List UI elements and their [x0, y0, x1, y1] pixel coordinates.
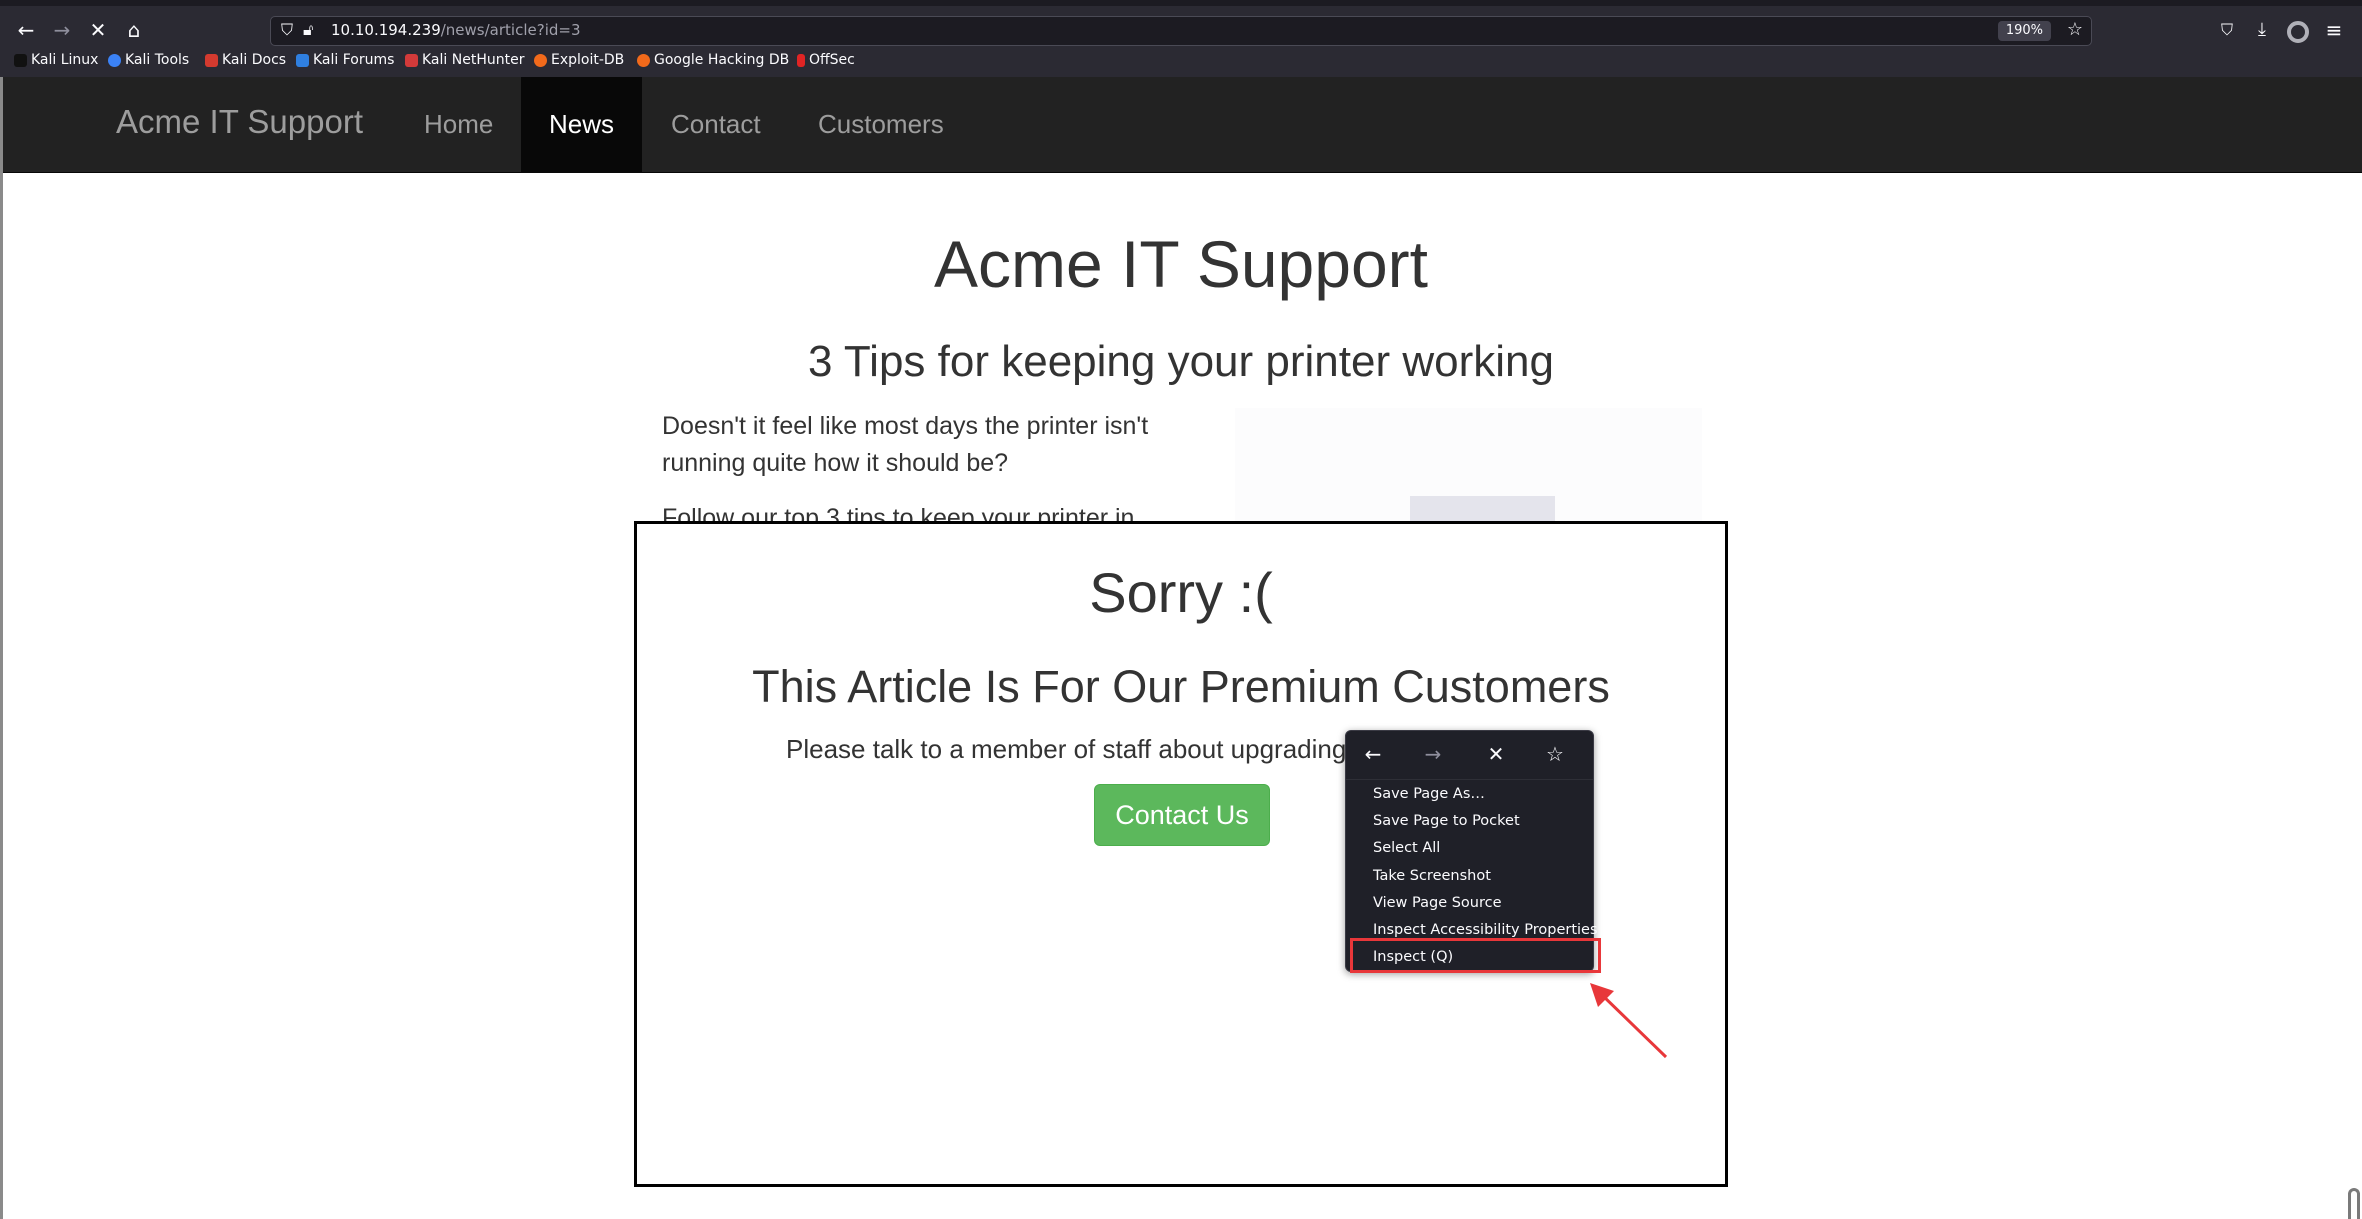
- article-title: 3 Tips for keeping your printer working: [808, 337, 1554, 386]
- nav-home[interactable]: Home: [396, 77, 521, 172]
- menu-icon[interactable]: ≡: [2320, 16, 2348, 44]
- site-brand[interactable]: Acme IT Support: [116, 103, 363, 141]
- bookmark-kali-docs[interactable]: Kali Docs: [205, 52, 286, 68]
- kali-dragon-icon: [14, 53, 27, 67]
- menu-item-take-screenshot[interactable]: Take Screenshot: [1373, 868, 1491, 884]
- menu-item-select-all[interactable]: Select All: [1373, 840, 1440, 856]
- url-bar[interactable]: ⛉ 🔓︎ 10.10.194.239/news/article?id=3 190…: [270, 16, 2092, 46]
- shield-icon[interactable]: ⛉: [281, 20, 293, 40]
- article-paragraph: running quite how it should be?: [662, 449, 1009, 477]
- stop-icon[interactable]: ✕: [1481, 739, 1511, 769]
- bookmark-kali-forums[interactable]: Kali Forums: [296, 52, 394, 68]
- annotation-arrow-icon: [1590, 983, 1668, 1059]
- bookmark-kali-linux[interactable]: Kali Linux: [14, 52, 98, 68]
- back-icon[interactable]: ←: [12, 16, 40, 44]
- context-menu: ← → ✕ ☆ Save Page As… Save Page to Pocke…: [1345, 730, 1598, 972]
- stop-icon[interactable]: ✕: [84, 16, 112, 44]
- bookmark-kali-nethunter[interactable]: Kali NetHunter: [405, 52, 524, 68]
- forward-icon[interactable]: →: [1418, 739, 1448, 769]
- forward-icon[interactable]: →: [48, 16, 76, 44]
- exploit-db-bug-icon: [534, 53, 547, 67]
- bookmark-star-icon[interactable]: ☆: [2067, 19, 2083, 40]
- kali-tools-icon: [108, 53, 121, 67]
- page-title: Acme IT Support: [933, 227, 1428, 301]
- contact-us-button[interactable]: Contact Us: [1094, 784, 1270, 846]
- back-icon[interactable]: ←: [1358, 739, 1388, 769]
- menu-item-save-page-as[interactable]: Save Page As…: [1373, 786, 1485, 802]
- account-icon[interactable]: [2284, 16, 2312, 44]
- kali-docs-icon: [205, 53, 218, 67]
- menu-item-view-page-source[interactable]: View Page Source: [1373, 895, 1502, 911]
- ghdb-bug-icon: [637, 53, 650, 67]
- bookmark-offsec[interactable]: OffSec: [797, 52, 855, 68]
- modal-message: Please talk to a member of staff about u…: [786, 734, 1347, 764]
- offsec-icon: [797, 53, 805, 67]
- bookmark-kali-tools[interactable]: Kali Tools: [108, 52, 189, 68]
- bookmark-google-hacking-db[interactable]: Google Hacking DB: [637, 52, 789, 68]
- menu-item-save-to-pocket[interactable]: Save Page to Pocket: [1373, 813, 1520, 829]
- browser-toolbar: ← → ✕ ⌂ ⛉ 🔓︎ 10.10.194.239/news/article?…: [0, 6, 2362, 46]
- printer-paper-image: [1410, 496, 1555, 521]
- pocket-icon[interactable]: ⛉: [2213, 16, 2241, 44]
- article-paragraph: Doesn't it feel like most days the print…: [662, 412, 1149, 440]
- menu-item-inspect-accessibility[interactable]: Inspect Accessibility Properties: [1373, 922, 1598, 938]
- menu-separator: [1346, 779, 1593, 780]
- annotation-highlight-box: [1350, 938, 1601, 973]
- download-icon[interactable]: ⤓: [2248, 16, 2276, 44]
- zoom-level-badge[interactable]: 190%: [1997, 21, 2051, 41]
- site-navbar: Acme IT Support Home News Contact Custom…: [3, 77, 2362, 173]
- kali-forums-icon: [296, 53, 309, 67]
- page-scrollbar[interactable]: [2348, 1188, 2360, 1219]
- modal-subheading: This Article Is For Our Premium Customer…: [752, 661, 1610, 712]
- nav-news[interactable]: News: [521, 77, 643, 172]
- home-icon[interactable]: ⌂: [120, 16, 148, 44]
- nav-contact[interactable]: Contact: [643, 77, 789, 172]
- bookmark-exploit-db[interactable]: Exploit-DB: [534, 52, 624, 68]
- insecure-lock-icon[interactable]: 🔓︎: [303, 20, 313, 40]
- nav-customers[interactable]: Customers: [790, 77, 972, 172]
- url-text[interactable]: 10.10.194.239/news/article?id=3: [331, 21, 581, 39]
- bookmark-star-icon[interactable]: ☆: [1540, 739, 1570, 769]
- kali-nethunter-icon: [405, 53, 418, 67]
- modal-heading: Sorry :(: [1089, 561, 1273, 624]
